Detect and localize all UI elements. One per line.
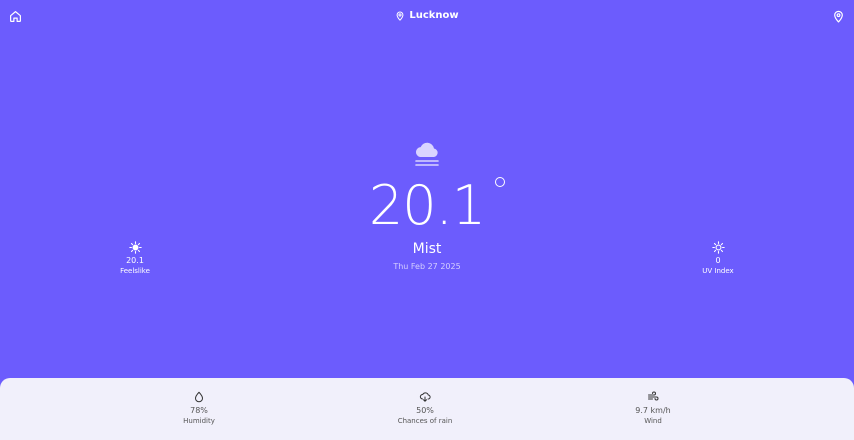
map-pin-icon[interactable] bbox=[831, 9, 845, 23]
droplet-icon bbox=[195, 391, 203, 403]
feelslike-stat: 20.1 Feelslike bbox=[105, 241, 165, 276]
temperature-display: 20.1 bbox=[368, 174, 506, 237]
rain-chance-label: Chances of rain bbox=[397, 417, 453, 425]
wind-value: 9.7 km/h bbox=[635, 406, 671, 415]
sun-icon bbox=[128, 241, 142, 254]
wind-stat: 9.7 km/h Wind bbox=[598, 391, 708, 426]
rain-chance-stat: 50% Chances of rain bbox=[370, 391, 480, 426]
cloud-fog-icon bbox=[412, 140, 442, 172]
location-name: Lucknow bbox=[409, 10, 459, 21]
humidity-label: Humidity bbox=[183, 417, 215, 425]
degree-symbol bbox=[495, 177, 506, 187]
details-panel: 78% Humidity 50% Chances of rain 9.7 km/… bbox=[0, 378, 854, 440]
feelslike-value: 20.1 bbox=[126, 256, 144, 265]
weather-app: Lucknow 20.1 Mist Thu Feb 27 2025 20.1 F… bbox=[0, 0, 854, 440]
uv-index-label: UV Index bbox=[702, 267, 734, 275]
location-pin-icon bbox=[396, 11, 404, 21]
condition-text: Mist bbox=[412, 241, 442, 257]
humidity-value: 78% bbox=[190, 406, 208, 415]
uv-index-stat: 0 UV Index bbox=[688, 241, 748, 276]
humidity-stat: 78% Humidity bbox=[144, 391, 254, 426]
rain-chance-value: 50% bbox=[416, 406, 434, 415]
uv-index-value: 0 bbox=[715, 256, 721, 265]
wind-label: Wind bbox=[644, 417, 662, 425]
temperature-value: 20.1 bbox=[368, 174, 486, 237]
top-bar: Lucknow bbox=[0, 0, 854, 34]
sun-icon bbox=[711, 241, 725, 254]
date-text: Thu Feb 27 2025 bbox=[393, 262, 461, 271]
cloud-rain-icon bbox=[419, 392, 431, 402]
location-label[interactable]: Lucknow bbox=[0, 10, 854, 21]
wind-icon bbox=[648, 391, 659, 401]
feelslike-label: Feelslike bbox=[120, 267, 150, 275]
